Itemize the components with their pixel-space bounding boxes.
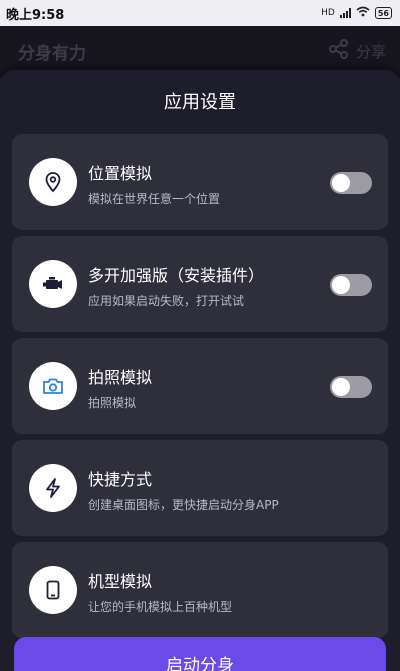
toggle-knob (332, 276, 350, 294)
setting-item-enhanced-multi-open[interactable]: 多开加强版（安装插件） 应用如果启动失败，打开试试 (12, 236, 388, 332)
engine-icon (29, 260, 77, 308)
setting-title: 多开加强版（安装插件） (88, 266, 265, 285)
setting-description: 让您的手机模拟上百种机型 (88, 600, 233, 614)
setting-item-location-simulation[interactable]: 位置模拟 模拟在世界任意一个位置 (12, 134, 388, 230)
share-button[interactable]: 分享 (328, 38, 386, 64)
network-type-label: HD (321, 8, 335, 18)
setting-item-device-model-simulation[interactable]: 机型模拟 让您的手机模拟上百种机型 (12, 542, 388, 638)
sheet-title: 应用设置 (164, 92, 236, 113)
enhanced-multi-open-toggle[interactable] (330, 274, 372, 296)
setting-item-photo-simulation[interactable]: 拍照模拟 拍照模拟 (12, 338, 388, 434)
location-pin-icon (29, 158, 77, 206)
background-app-header: 分身有力 分享 (0, 26, 400, 76)
app-settings-sheet: 应用设置 位置模拟 模拟在世界任意一个位置 多开加强版（安装插件） 应用如果启动… (0, 70, 400, 671)
setting-item-shortcut[interactable]: 快捷方式 创建桌面图标，更快捷启动分身APP (12, 440, 388, 536)
setting-title: 位置模拟 (88, 164, 153, 183)
setting-description: 创建桌面图标，更快捷启动分身APP (88, 498, 279, 512)
toggle-knob (332, 378, 350, 396)
setting-title: 快捷方式 (88, 470, 153, 489)
wifi-icon (356, 6, 370, 20)
share-icon (328, 38, 350, 64)
camera-icon (29, 362, 77, 410)
setting-description: 模拟在世界任意一个位置 (88, 192, 221, 206)
signal-icon (339, 8, 351, 18)
share-label: 分享 (355, 42, 386, 61)
setting-description: 应用如果启动失败，打开试试 (88, 294, 245, 308)
status-bar: 晚上9:58 HD 56 (0, 0, 400, 26)
phone-icon (29, 566, 77, 614)
battery-indicator: 56 (374, 7, 392, 19)
photo-simulation-toggle[interactable] (330, 376, 372, 398)
setting-title: 机型模拟 (88, 572, 153, 591)
lightning-icon (29, 464, 77, 512)
status-indicators: HD 56 (321, 6, 392, 20)
launch-clone-button[interactable]: 启动分身 (14, 637, 386, 671)
setting-description: 拍照模拟 (88, 396, 137, 410)
status-time: 晚上9:58 (6, 7, 65, 23)
app-title: 分身有力 (18, 43, 86, 64)
location-simulation-toggle[interactable] (330, 172, 372, 194)
toggle-knob (332, 174, 350, 192)
setting-title: 拍照模拟 (88, 368, 153, 387)
